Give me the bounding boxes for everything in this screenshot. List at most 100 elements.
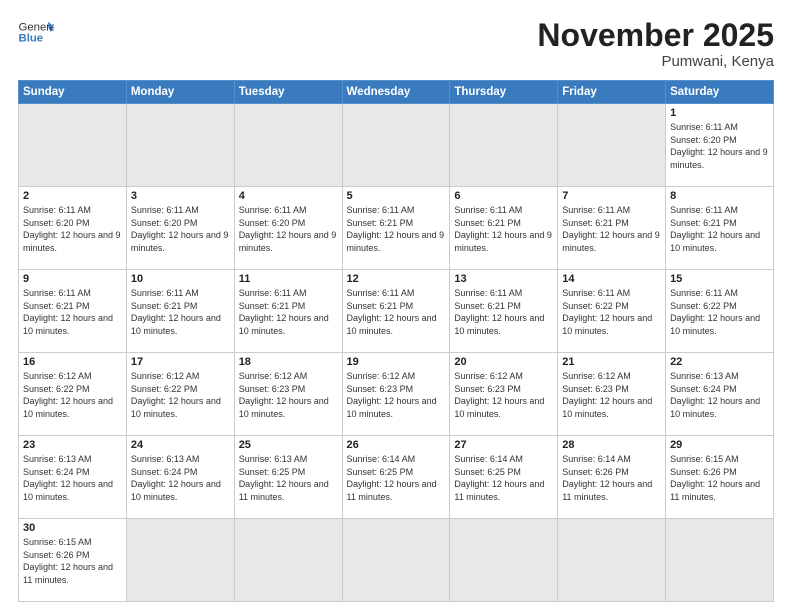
header-sunday: Sunday	[19, 81, 127, 104]
day-number: 28	[562, 439, 661, 451]
calendar-cell: 19Sunrise: 6:12 AM Sunset: 6:23 PM Dayli…	[342, 353, 450, 436]
day-info: Sunrise: 6:13 AM Sunset: 6:24 PM Dayligh…	[131, 453, 230, 503]
calendar-week-4: 16 Sunrise: 6:12 AM Sunset: 6:22 PM Dayli…	[19, 353, 774, 436]
calendar-cell	[126, 519, 234, 602]
header-saturday: Saturday	[666, 81, 774, 104]
calendar-cell: 13Sunrise: 6:11 AM Sunset: 6:21 PM Dayli…	[450, 270, 558, 353]
header: General Blue November 2025 Pumwani, Keny…	[18, 18, 774, 70]
svg-text:Blue: Blue	[19, 33, 44, 45]
calendar-cell	[342, 519, 450, 602]
day-info: Sunrise: 6:11 AM Sunset: 6:21 PM Dayligh…	[23, 287, 122, 337]
day-number: 30	[23, 522, 122, 534]
calendar-week-2: 2 Sunrise: 6:11 AM Sunset: 6:20 PM Daylig…	[19, 187, 774, 270]
day-info: Sunrise: 6:11 AM Sunset: 6:22 PM Dayligh…	[562, 287, 661, 337]
calendar-cell: 5 Sunrise: 6:11 AM Sunset: 6:21 PM Daylig…	[342, 187, 450, 270]
day-info: Sunrise: 6:13 AM Sunset: 6:24 PM Dayligh…	[670, 370, 769, 420]
calendar-cell: 3Sunrise: 6:11 AM Sunset: 6:20 PM Daylig…	[126, 187, 234, 270]
day-number: 16	[23, 356, 122, 368]
day-number: 21	[562, 356, 661, 368]
calendar-cell	[234, 104, 342, 187]
day-number: 18	[239, 356, 338, 368]
logo: General Blue	[18, 18, 54, 46]
day-number: 20	[454, 356, 553, 368]
day-number: 9	[23, 273, 122, 285]
calendar-cell: 30Sunrise: 6:15 AM Sunset: 6:26 PM Dayli…	[19, 519, 127, 602]
calendar-cell	[450, 104, 558, 187]
day-info: Sunrise: 6:11 AM Sunset: 6:20 PM Dayligh…	[23, 204, 122, 254]
day-number: 6	[454, 190, 553, 202]
calendar-table: Sunday Monday Tuesday Wednesday Thursday…	[18, 80, 774, 602]
day-number: 12	[347, 273, 446, 285]
day-number: 29	[670, 439, 769, 451]
month-title: November 2025	[537, 18, 774, 53]
day-info: Sunrise: 6:11 AM Sunset: 6:21 PM Dayligh…	[347, 287, 446, 337]
calendar-cell	[450, 519, 558, 602]
calendar-cell: 15 Sunrise: 6:11 AM Sunset: 6:22 PM Dayli…	[666, 270, 774, 353]
day-number: 8	[670, 190, 769, 202]
calendar-cell: 9 Sunrise: 6:11 AM Sunset: 6:21 PM Daylig…	[19, 270, 127, 353]
day-info: Sunrise: 6:11 AM Sunset: 6:20 PM Dayligh…	[131, 204, 230, 254]
calendar-cell: 28 Sunrise: 6:14 AM Sunset: 6:26 PM Dayli…	[558, 436, 666, 519]
day-number: 25	[239, 439, 338, 451]
calendar-cell: 14 Sunrise: 6:11 AM Sunset: 6:22 PM Dayli…	[558, 270, 666, 353]
calendar-cell: 23 Sunrise: 6:13 AM Sunset: 6:24 PM Dayli…	[19, 436, 127, 519]
day-info: Sunrise: 6:11 AM Sunset: 6:21 PM Dayligh…	[454, 287, 553, 337]
day-number: 4	[239, 190, 338, 202]
calendar-cell: 12 Sunrise: 6:11 AM Sunset: 6:21 PM Dayli…	[342, 270, 450, 353]
day-info: Sunrise: 6:12 AM Sunset: 6:23 PM Dayligh…	[562, 370, 661, 420]
day-number: 27	[454, 439, 553, 451]
calendar-cell: 11Sunrise: 6:11 AM Sunset: 6:21 PM Dayli…	[234, 270, 342, 353]
day-number: 24	[131, 439, 230, 451]
header-monday: Monday	[126, 81, 234, 104]
calendar-cell	[234, 519, 342, 602]
day-info: Sunrise: 6:11 AM Sunset: 6:22 PM Dayligh…	[670, 287, 769, 337]
day-info: Sunrise: 6:15 AM Sunset: 6:26 PM Dayligh…	[670, 453, 769, 503]
calendar-cell: 20 Sunrise: 6:12 AM Sunset: 6:23 PM Dayli…	[450, 353, 558, 436]
calendar-cell: 27 Sunrise: 6:14 AM Sunset: 6:25 PM Dayli…	[450, 436, 558, 519]
day-number: 10	[131, 273, 230, 285]
day-number: 5	[347, 190, 446, 202]
page: General Blue November 2025 Pumwani, Keny…	[0, 0, 792, 612]
header-wednesday: Wednesday	[342, 81, 450, 104]
day-info: Sunrise: 6:13 AM Sunset: 6:24 PM Dayligh…	[23, 453, 122, 503]
calendar-cell: 18 Sunrise: 6:12 AM Sunset: 6:23 PM Dayli…	[234, 353, 342, 436]
calendar-week-3: 9 Sunrise: 6:11 AM Sunset: 6:21 PM Daylig…	[19, 270, 774, 353]
day-info: Sunrise: 6:11 AM Sunset: 6:21 PM Dayligh…	[239, 287, 338, 337]
calendar-cell	[19, 104, 127, 187]
header-tuesday: Tuesday	[234, 81, 342, 104]
day-number: 15	[670, 273, 769, 285]
header-friday: Friday	[558, 81, 666, 104]
day-info: Sunrise: 6:11 AM Sunset: 6:20 PM Dayligh…	[239, 204, 338, 254]
day-number: 17	[131, 356, 230, 368]
day-info: Sunrise: 6:11 AM Sunset: 6:21 PM Dayligh…	[562, 204, 661, 254]
calendar-week-6: 30Sunrise: 6:15 AM Sunset: 6:26 PM Dayli…	[19, 519, 774, 602]
calendar-cell: 1Sunrise: 6:11 AM Sunset: 6:20 PM Daylig…	[666, 104, 774, 187]
day-info: Sunrise: 6:11 AM Sunset: 6:21 PM Dayligh…	[131, 287, 230, 337]
calendar-cell: 29 Sunrise: 6:15 AM Sunset: 6:26 PM Dayli…	[666, 436, 774, 519]
calendar-cell	[342, 104, 450, 187]
location: Pumwani, Kenya	[537, 53, 774, 70]
calendar-cell: 10 Sunrise: 6:11 AM Sunset: 6:21 PM Dayli…	[126, 270, 234, 353]
day-number: 2	[23, 190, 122, 202]
day-info: Sunrise: 6:12 AM Sunset: 6:23 PM Dayligh…	[454, 370, 553, 420]
day-number: 7	[562, 190, 661, 202]
calendar-cell: 16 Sunrise: 6:12 AM Sunset: 6:22 PM Dayli…	[19, 353, 127, 436]
calendar-cell: 17Sunrise: 6:12 AM Sunset: 6:22 PM Dayli…	[126, 353, 234, 436]
calendar-cell: 7 Sunrise: 6:11 AM Sunset: 6:21 PM Daylig…	[558, 187, 666, 270]
day-info: Sunrise: 6:14 AM Sunset: 6:25 PM Dayligh…	[454, 453, 553, 503]
calendar-cell: 26Sunrise: 6:14 AM Sunset: 6:25 PM Dayli…	[342, 436, 450, 519]
day-info: Sunrise: 6:12 AM Sunset: 6:23 PM Dayligh…	[239, 370, 338, 420]
day-number: 14	[562, 273, 661, 285]
day-info: Sunrise: 6:11 AM Sunset: 6:21 PM Dayligh…	[454, 204, 553, 254]
calendar-cell	[666, 519, 774, 602]
day-info: Sunrise: 6:11 AM Sunset: 6:21 PM Dayligh…	[347, 204, 446, 254]
day-number: 1	[670, 107, 769, 119]
calendar-week-5: 23 Sunrise: 6:13 AM Sunset: 6:24 PM Dayli…	[19, 436, 774, 519]
day-info: Sunrise: 6:11 AM Sunset: 6:21 PM Dayligh…	[670, 204, 769, 254]
day-info: Sunrise: 6:14 AM Sunset: 6:26 PM Dayligh…	[562, 453, 661, 503]
day-number: 23	[23, 439, 122, 451]
calendar-cell: 22Sunrise: 6:13 AM Sunset: 6:24 PM Dayli…	[666, 353, 774, 436]
calendar-cell	[558, 519, 666, 602]
calendar-cell: 8 Sunrise: 6:11 AM Sunset: 6:21 PM Daylig…	[666, 187, 774, 270]
day-info: Sunrise: 6:12 AM Sunset: 6:22 PM Dayligh…	[23, 370, 122, 420]
